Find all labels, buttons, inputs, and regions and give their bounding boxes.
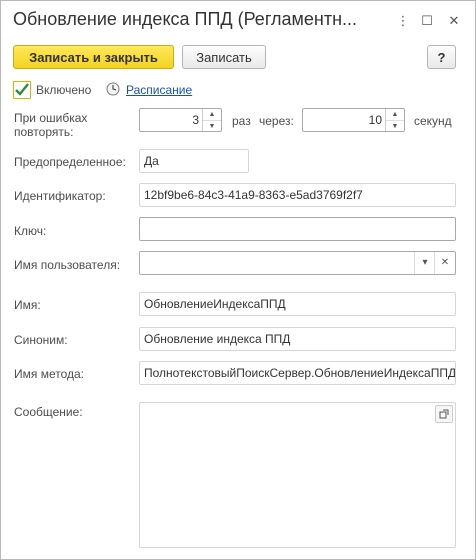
help-button[interactable]: ? (427, 45, 456, 69)
method-label: Имя метода: (14, 367, 85, 381)
more-menu-icon[interactable]: ⋮ (395, 13, 411, 29)
message-field (139, 402, 456, 548)
retry-count-value: 3 (192, 113, 199, 127)
predefined-field: Да (139, 149, 249, 173)
close-icon[interactable]: ✕ (446, 13, 462, 29)
message-label: Сообщение: (14, 405, 83, 419)
retry-seconds-stepper[interactable]: ▲ ▼ (385, 109, 404, 131)
synonym-field: Обновление индекса ППД (139, 327, 456, 351)
dropdown-icon[interactable]: ▾ (414, 252, 435, 274)
key-field[interactable] (139, 217, 456, 241)
stepper-up-icon[interactable]: ▲ (386, 109, 404, 121)
schedule-link[interactable]: Расписание (126, 83, 192, 97)
enabled-label: Включено (36, 83, 92, 97)
identifier-field: 12bf9be6-84c3-41a9-8363-e5ad3769f2f7 (139, 183, 456, 207)
times-label: раз (232, 114, 251, 128)
key-label: Ключ: (14, 224, 47, 238)
retry-count-field[interactable]: 3 ▲ ▼ (139, 108, 222, 132)
retry-seconds-value: 10 (368, 113, 382, 127)
user-label: Имя пользователя: (14, 258, 121, 272)
stepper-down-icon[interactable]: ▼ (386, 121, 404, 131)
through-label: через: (259, 114, 294, 128)
enabled-checkbox[interactable] (13, 81, 31, 99)
window-title: Обновление индекса ППД (Регламентн... (13, 9, 358, 29)
retry-label: При ошибках повторять: (14, 111, 88, 139)
identifier-label: Идентификатор: (14, 189, 106, 203)
save-button[interactable]: Записать (182, 45, 266, 69)
user-field[interactable]: ▾ ✕ (139, 251, 456, 275)
checkmark-icon (15, 83, 29, 96)
name-label: Имя: (14, 298, 41, 312)
clock-icon (106, 82, 120, 96)
retry-count-stepper[interactable]: ▲ ▼ (202, 109, 221, 131)
maximize-icon[interactable]: ☐ (419, 13, 435, 29)
retry-seconds-field[interactable]: 10 ▲ ▼ (302, 108, 405, 132)
stepper-down-icon[interactable]: ▼ (203, 121, 221, 131)
method-field: ПолнотекстовыйПоискСервер.ОбновлениеИнде… (139, 361, 456, 385)
stepper-up-icon[interactable]: ▲ (203, 109, 221, 121)
save-and-close-button[interactable]: Записать и закрыть (13, 45, 174, 69)
clear-icon[interactable]: ✕ (434, 252, 455, 274)
seconds-label: секунд (414, 114, 452, 128)
name-field: ОбновлениеИндексаППД (139, 292, 456, 316)
predefined-label: Предопределенное: (14, 155, 126, 169)
expand-icon (439, 409, 449, 419)
synonym-label: Синоним: (14, 333, 68, 347)
form-window: Обновление индекса ППД (Регламентн... ⋮ … (0, 0, 476, 560)
open-message-icon[interactable] (435, 405, 453, 423)
